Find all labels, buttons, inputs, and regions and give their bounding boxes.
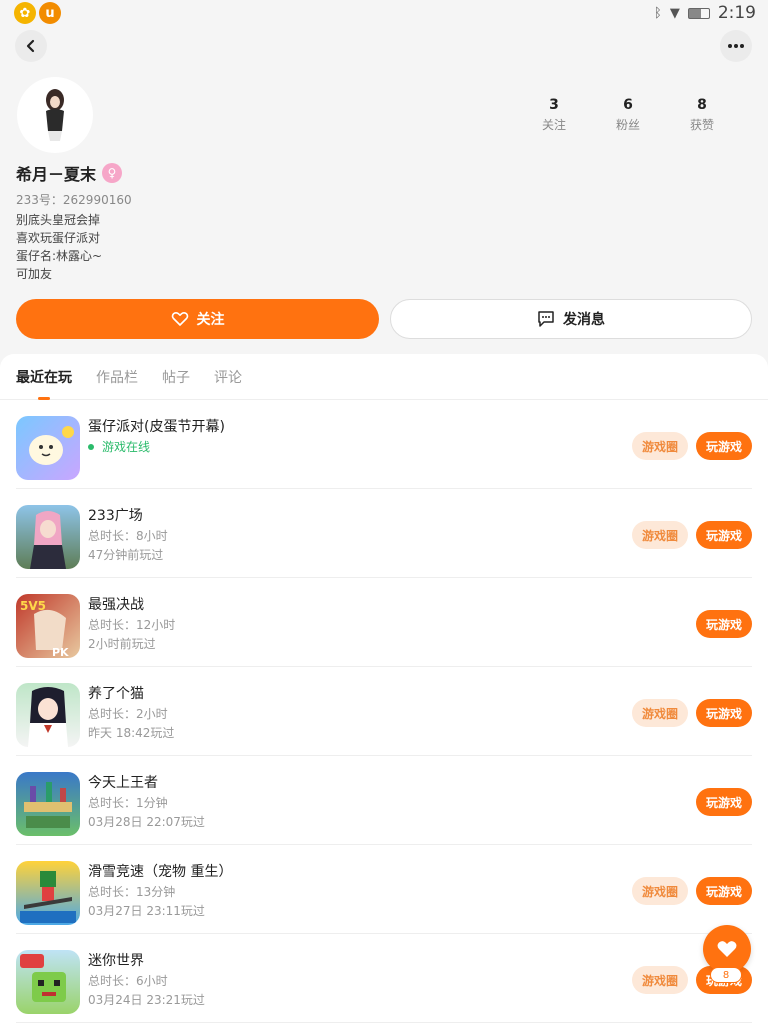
stat-number: 6 — [623, 97, 633, 113]
bio-line: 可加友 — [16, 267, 53, 281]
likes-stat[interactable]: 8 获赞 — [665, 97, 739, 133]
play-game-button[interactable]: 玩游戏 — [696, 521, 752, 549]
game-name: 233广场 — [88, 508, 143, 524]
game-name: 滑雪竞速（宠物 重生） — [88, 864, 233, 880]
clock: 2:19 — [717, 3, 756, 23]
bio: 别底头皇冠会掉 喜欢玩蛋仔派对 蛋仔名:林露心~ 可加友 — [16, 211, 102, 283]
more-dots-icon — [728, 44, 744, 48]
username-text: 希月－夏末 — [16, 165, 97, 184]
last-played: 03月24日 23:21玩过 — [88, 993, 205, 1007]
total-playtime: 总时长：12小时 — [88, 618, 176, 632]
game-circle-button[interactable]: 游戏圈 — [632, 432, 688, 460]
status-bar: ✿ u ᛒ ▼ 2:19 — [0, 0, 768, 26]
tab-works[interactable]: 作品栏 — [96, 354, 138, 400]
play-game-button[interactable]: 玩游戏 — [696, 788, 752, 816]
game-circle-button[interactable]: 游戏圈 — [632, 877, 688, 905]
u-app-icon: u — [39, 2, 61, 24]
username: 希月－夏末 ♀ — [16, 161, 123, 185]
last-played: 2小时前玩过 — [88, 637, 156, 651]
total-playtime: 总时长：8小时 — [88, 529, 168, 543]
game-row[interactable]: 迷你世界 总时长：6小时 03月24日 23:21玩过 游戏圈 玩游戏 — [16, 934, 752, 1023]
flower-app-icon: ✿ — [14, 2, 36, 24]
online-dot-icon — [88, 443, 94, 450]
game-circle-button[interactable]: 游戏圈 — [632, 699, 688, 727]
egg-party-icon — [16, 416, 80, 480]
last-played: 03月27日 23:11玩过 — [88, 904, 205, 918]
tab-comments[interactable]: 评论 — [214, 354, 242, 400]
game-row[interactable]: 233广场 总时长：8小时 47分钟前玩过 游戏圈 玩游戏 — [16, 489, 752, 578]
plaza-icon — [16, 505, 80, 569]
user-id: 233号：262990160 — [16, 193, 132, 207]
mini-world-icon — [16, 950, 80, 1014]
play-game-button[interactable]: 玩游戏 — [696, 432, 752, 460]
female-icon: ♀ — [102, 163, 123, 183]
followers-stat[interactable]: 6 粉丝 — [591, 97, 665, 133]
stat-label: 关注 — [541, 118, 566, 132]
bluetooth-icon: ᛒ — [654, 5, 662, 21]
online-status: 游戏在线 — [88, 438, 150, 455]
game-circle-button[interactable]: 游戏圈 — [632, 521, 688, 549]
online-status-text: 游戏在线 — [102, 440, 151, 454]
tab-recent[interactable]: 最近在玩 — [16, 354, 72, 400]
game-circle-button[interactable]: 游戏圈 — [632, 966, 688, 994]
avatar-figure-icon — [46, 89, 64, 141]
king-icon — [16, 772, 80, 836]
chevron-left-icon — [26, 39, 35, 53]
svg-text:PK: PK — [52, 646, 69, 658]
game-name: 今天上王者 — [88, 775, 158, 791]
game-row[interactable]: 蛋仔派对(皮蛋节开幕) 游戏在线 游戏圈 玩游戏 — [16, 400, 752, 489]
last-played: 昨天 18:42玩过 — [88, 726, 175, 740]
game-name: 养了个猫 — [88, 686, 144, 702]
bio-line: 蛋仔名:林露心~ — [16, 249, 103, 263]
tab-posts[interactable]: 帖子 — [162, 354, 190, 400]
chat-bubble-icon — [538, 311, 554, 327]
total-playtime: 总时长：2小时 — [88, 707, 168, 721]
following-stat[interactable]: 3 关注 — [517, 97, 591, 133]
stat-number: 3 — [549, 97, 559, 113]
game-name: 蛋仔派对(皮蛋节开幕) — [88, 419, 225, 435]
stat-label: 获赞 — [689, 118, 714, 132]
heart-outline-icon — [171, 312, 188, 326]
play-game-button[interactable]: 玩游戏 — [696, 699, 752, 727]
stat-label: 粉丝 — [615, 118, 640, 132]
more-button[interactable] — [720, 30, 752, 62]
profile-stats: 3 关注 6 粉丝 8 获赞 — [517, 97, 739, 133]
game-name: 最强决战 — [88, 597, 144, 613]
back-button[interactable] — [15, 30, 47, 62]
follow-label: 关注 — [196, 312, 225, 328]
game-row[interactable]: 养了个猫 总时长：2小时 昨天 18:42玩过 游戏圈 玩游戏 — [16, 667, 752, 756]
tab-bar: 最近在玩 作品栏 帖子 评论 — [0, 354, 768, 400]
last-played: 47分钟前玩过 — [88, 548, 164, 562]
game-row[interactable]: 今天上王者 总时长：1分钟 03月28日 22:07玩过 玩游戏 — [16, 756, 752, 845]
wifi-icon: ▼ — [669, 5, 680, 21]
like-count: 8 — [710, 967, 742, 983]
like-button[interactable] — [703, 925, 751, 973]
play-game-button[interactable]: 玩游戏 — [696, 877, 752, 905]
content-panel: 最近在玩 作品栏 帖子 评论 蛋仔派对(皮蛋节开幕) 游戏在线 游戏圈 玩游戏 … — [0, 354, 768, 1024]
game-name: 迷你世界 — [88, 953, 144, 969]
send-message-button[interactable]: 发消息 — [390, 299, 752, 339]
battery-icon — [687, 7, 710, 19]
ski-icon — [16, 861, 80, 925]
battle-icon: 5V5 PK — [16, 594, 80, 658]
game-row[interactable]: 滑雪竞速（宠物 重生） 总时长：13分钟 03月27日 23:11玩过 游戏圈 … — [16, 845, 752, 934]
heart-icon — [717, 941, 737, 957]
total-playtime: 总时长：13分钟 — [88, 885, 176, 899]
total-playtime: 总时长：1分钟 — [88, 796, 168, 810]
avatar[interactable] — [17, 77, 93, 153]
message-label: 发消息 — [563, 312, 605, 328]
total-playtime: 总时长：6小时 — [88, 974, 168, 988]
play-game-button[interactable]: 玩游戏 — [696, 610, 752, 638]
follow-button[interactable]: 关注 — [16, 299, 379, 339]
bio-line: 别底头皇冠会掉 — [16, 213, 101, 227]
game-row[interactable]: 5V5 PK 最强决战 总时长：12小时 2小时前玩过 玩游戏 — [16, 578, 752, 667]
cat-icon — [16, 683, 80, 747]
bio-line: 喜欢玩蛋仔派对 — [16, 231, 101, 245]
last-played: 03月28日 22:07玩过 — [88, 815, 205, 829]
stat-number: 8 — [697, 97, 707, 113]
